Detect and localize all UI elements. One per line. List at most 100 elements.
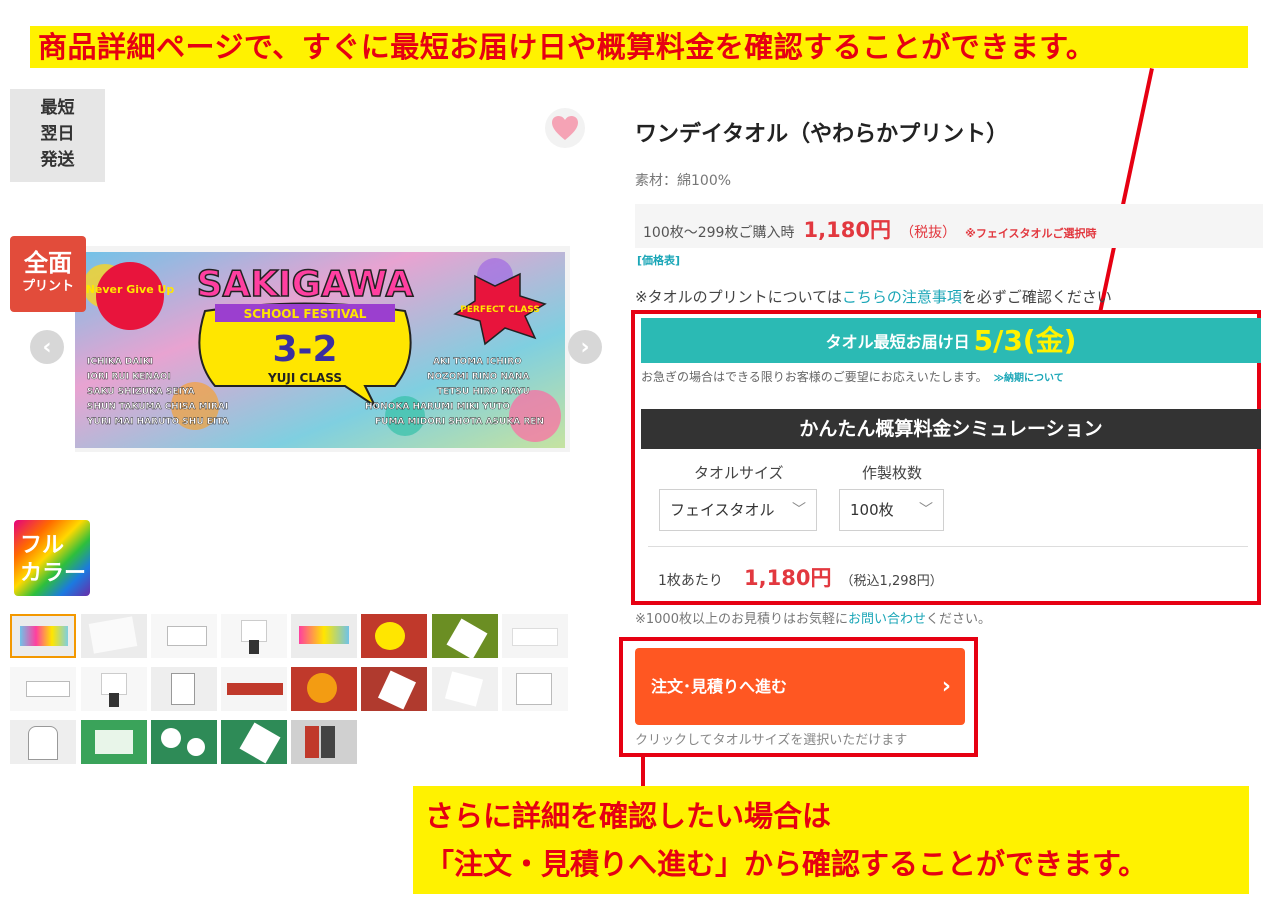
print-note: ※タオルのプリントについてはこちらの注意事項を必ずご確認ください xyxy=(635,286,1112,307)
names-left-4: SHUN TAKUMA CHISA MIRAI xyxy=(87,402,228,412)
thumbnail[interactable] xyxy=(10,720,76,764)
callout-bottom: さらに詳細を確認したい場合は 「注文・見積りへ進む」から確認することができます。 xyxy=(413,786,1249,894)
names-right-4: HONOKA HARUMI MIKI YUTO xyxy=(365,402,510,412)
delivery-date: 5/3(金) xyxy=(973,324,1077,357)
simulation-title: かんたん概算料金シミュレーション xyxy=(641,409,1261,449)
names-right-3: TETSU HIRO MAYU xyxy=(437,387,530,397)
unit-price-tax: （税込1,298円） xyxy=(840,574,943,589)
full-color-badge-line-2: カラー xyxy=(20,561,87,586)
towel-size-value: フェイスタオル xyxy=(670,501,775,519)
print-caution-link[interactable]: こちらの注意事項 xyxy=(842,288,962,306)
thumbnail[interactable] xyxy=(10,614,76,658)
favorite-button[interactable] xyxy=(545,108,585,148)
thumbnail[interactable] xyxy=(221,720,287,764)
thumbnail[interactable] xyxy=(151,614,217,658)
names-right-2: NOZOMI RINO NANA xyxy=(427,372,529,382)
carousel-prev-button[interactable]: ‹ xyxy=(30,330,64,364)
thumbnail[interactable] xyxy=(151,667,217,711)
chevron-right-icon: › xyxy=(941,674,951,699)
towel-banner-graphic: Never Give Up SAKIGAWA SCHOOL FESTIVAL 3… xyxy=(75,246,570,452)
contact-link[interactable]: お問い合わせ xyxy=(848,612,926,627)
quantity-label: 作製枚数 xyxy=(862,464,923,482)
price-table-link[interactable]: [価格表] xyxy=(637,252,680,268)
unit-price-label: 1枚あたり xyxy=(658,573,723,589)
callout-bottom-line-2: 「注文・見積りへ進む」から確認することができます。 xyxy=(425,847,1148,881)
banner-subtitle: SCHOOL FESTIVAL xyxy=(244,307,367,321)
thumbnail[interactable] xyxy=(361,614,427,658)
order-button-label: 注文･見積りへ進む xyxy=(651,677,788,696)
product-main-image: Never Give Up SAKIGAWA SCHOOL FESTIVAL 3… xyxy=(75,246,570,452)
order-hint: クリックしてタオルサイズを選択いただけます xyxy=(635,733,908,748)
thumbnail[interactable] xyxy=(432,667,498,711)
simulation-divider xyxy=(648,546,1248,547)
price-value: 1,180円 xyxy=(803,218,891,242)
thumbnail[interactable] xyxy=(81,667,147,711)
badge-line-2: 翌日 xyxy=(40,124,75,144)
product-material: 素材：綿100% xyxy=(635,173,732,189)
full-color-badge-line-1: フル xyxy=(20,533,65,558)
badge-line-3: 発送 xyxy=(40,150,75,170)
full-color-badge: フル カラー xyxy=(14,520,90,596)
thumbnail[interactable] xyxy=(151,720,217,764)
bulk-note-pre: ※1000枚以上のお見積りはお気軽に xyxy=(635,612,848,627)
towel-size-select[interactable]: フェイスタオル ﹀ xyxy=(659,489,817,531)
callout-top: 商品詳細ページで、すぐに最短お届け日や概算料金を確認することができます。 xyxy=(30,26,1248,68)
urgent-note: お急ぎの場合はできる限りお客様のご要望にお応えいたします。 ≫納期について xyxy=(641,368,1064,385)
full-print-badge-small: プリント xyxy=(21,279,74,294)
thumbnail[interactable] xyxy=(502,614,568,658)
urgent-note-text: お急ぎの場合はできる限りお客様のご要望にお応えいたします。 xyxy=(641,370,988,384)
price-prefix: 100枚〜299枚ご購入時 xyxy=(643,225,795,241)
badge-line-1: 最短 xyxy=(40,98,75,118)
names-left-5: YURI MAI HARUTO SHU EITA xyxy=(86,417,229,427)
print-note-post: を必ずご確認ください xyxy=(961,288,1112,306)
bulk-note-post: ください。 xyxy=(926,612,992,627)
towel-size-label: タオルサイズ xyxy=(694,464,784,482)
bulk-order-note: ※1000枚以上のお見積りはお気軽にお問い合わせください。 xyxy=(635,608,991,627)
names-left-3: SAKU SHIZUKA SEIYA xyxy=(87,387,195,397)
price-note: ※フェイスタオルご選択時 xyxy=(965,227,1097,240)
chevron-down-icon: ﹀ xyxy=(919,502,933,518)
callout-bottom-line-1: さらに詳細を確認したい場合は xyxy=(425,799,832,833)
carousel-next-button[interactable]: › xyxy=(568,330,602,364)
names-left-2: IORI RUI KENAOI xyxy=(87,372,171,382)
thumbnail[interactable] xyxy=(10,667,76,711)
quantity-value: 100枚 xyxy=(850,501,894,519)
chevron-down-icon: ﹀ xyxy=(792,502,806,518)
thumbnail[interactable] xyxy=(221,667,287,711)
full-print-badge: 全面 プリント xyxy=(10,236,86,312)
never-give-up-text: Never Give Up xyxy=(86,283,175,296)
thumbnail[interactable] xyxy=(81,614,147,658)
unit-price-row: 1枚あたり 1,180円 （税込1,298円） xyxy=(658,562,943,592)
thumbnail[interactable] xyxy=(291,720,357,764)
full-print-badge-big: 全面 xyxy=(24,249,72,277)
names-left-1: ICHIKA DAIKI xyxy=(87,357,153,367)
delivery-label: タオル最短お届け日 xyxy=(825,332,970,352)
thumbnail[interactable] xyxy=(502,667,568,711)
order-estimate-button[interactable]: 注文･見積りへ進む › xyxy=(635,648,965,725)
banner-class-name: YUJI CLASS xyxy=(267,371,342,385)
callout-connector-bottom xyxy=(641,757,645,787)
unit-price-value: 1,180円 xyxy=(744,566,832,590)
thumbnail[interactable] xyxy=(291,614,357,658)
price-tax: （税抜） xyxy=(900,225,957,241)
price-box: 100枚〜299枚ご購入時 1,180円 （税抜） ※フェイスタオルご選択時 xyxy=(635,204,1263,248)
delivery-info-link[interactable]: ≫納期について xyxy=(994,373,1064,384)
product-title: ワンデイタオル（やわらかプリント） xyxy=(635,122,1009,147)
print-note-pre: ※タオルのプリントについては xyxy=(635,288,842,306)
chevron-right-icon: › xyxy=(580,334,590,360)
banner-class-number: 3-2 xyxy=(272,329,337,370)
perfect-class-text: PERFECT CLASS xyxy=(460,305,540,315)
thumbnail[interactable] xyxy=(291,667,357,711)
thumbnail[interactable] xyxy=(221,614,287,658)
banner-title: SAKIGAWA xyxy=(197,264,414,305)
quantity-select[interactable]: 100枚 ﹀ xyxy=(839,489,944,531)
chevron-left-icon: ‹ xyxy=(42,334,52,360)
delivery-date-bar: タオル最短お届け日 5/3(金) xyxy=(641,318,1261,363)
thumbnail[interactable] xyxy=(81,720,147,764)
names-right-5: FUMA MIDORI SHOTA ASUKA REN xyxy=(375,417,544,427)
thumbnail[interactable] xyxy=(432,614,498,658)
heart-icon xyxy=(552,116,578,140)
callout-connector-top xyxy=(1098,68,1154,314)
shortest-next-day-badge: 最短 翌日 発送 xyxy=(10,89,105,182)
thumbnail[interactable] xyxy=(361,667,427,711)
